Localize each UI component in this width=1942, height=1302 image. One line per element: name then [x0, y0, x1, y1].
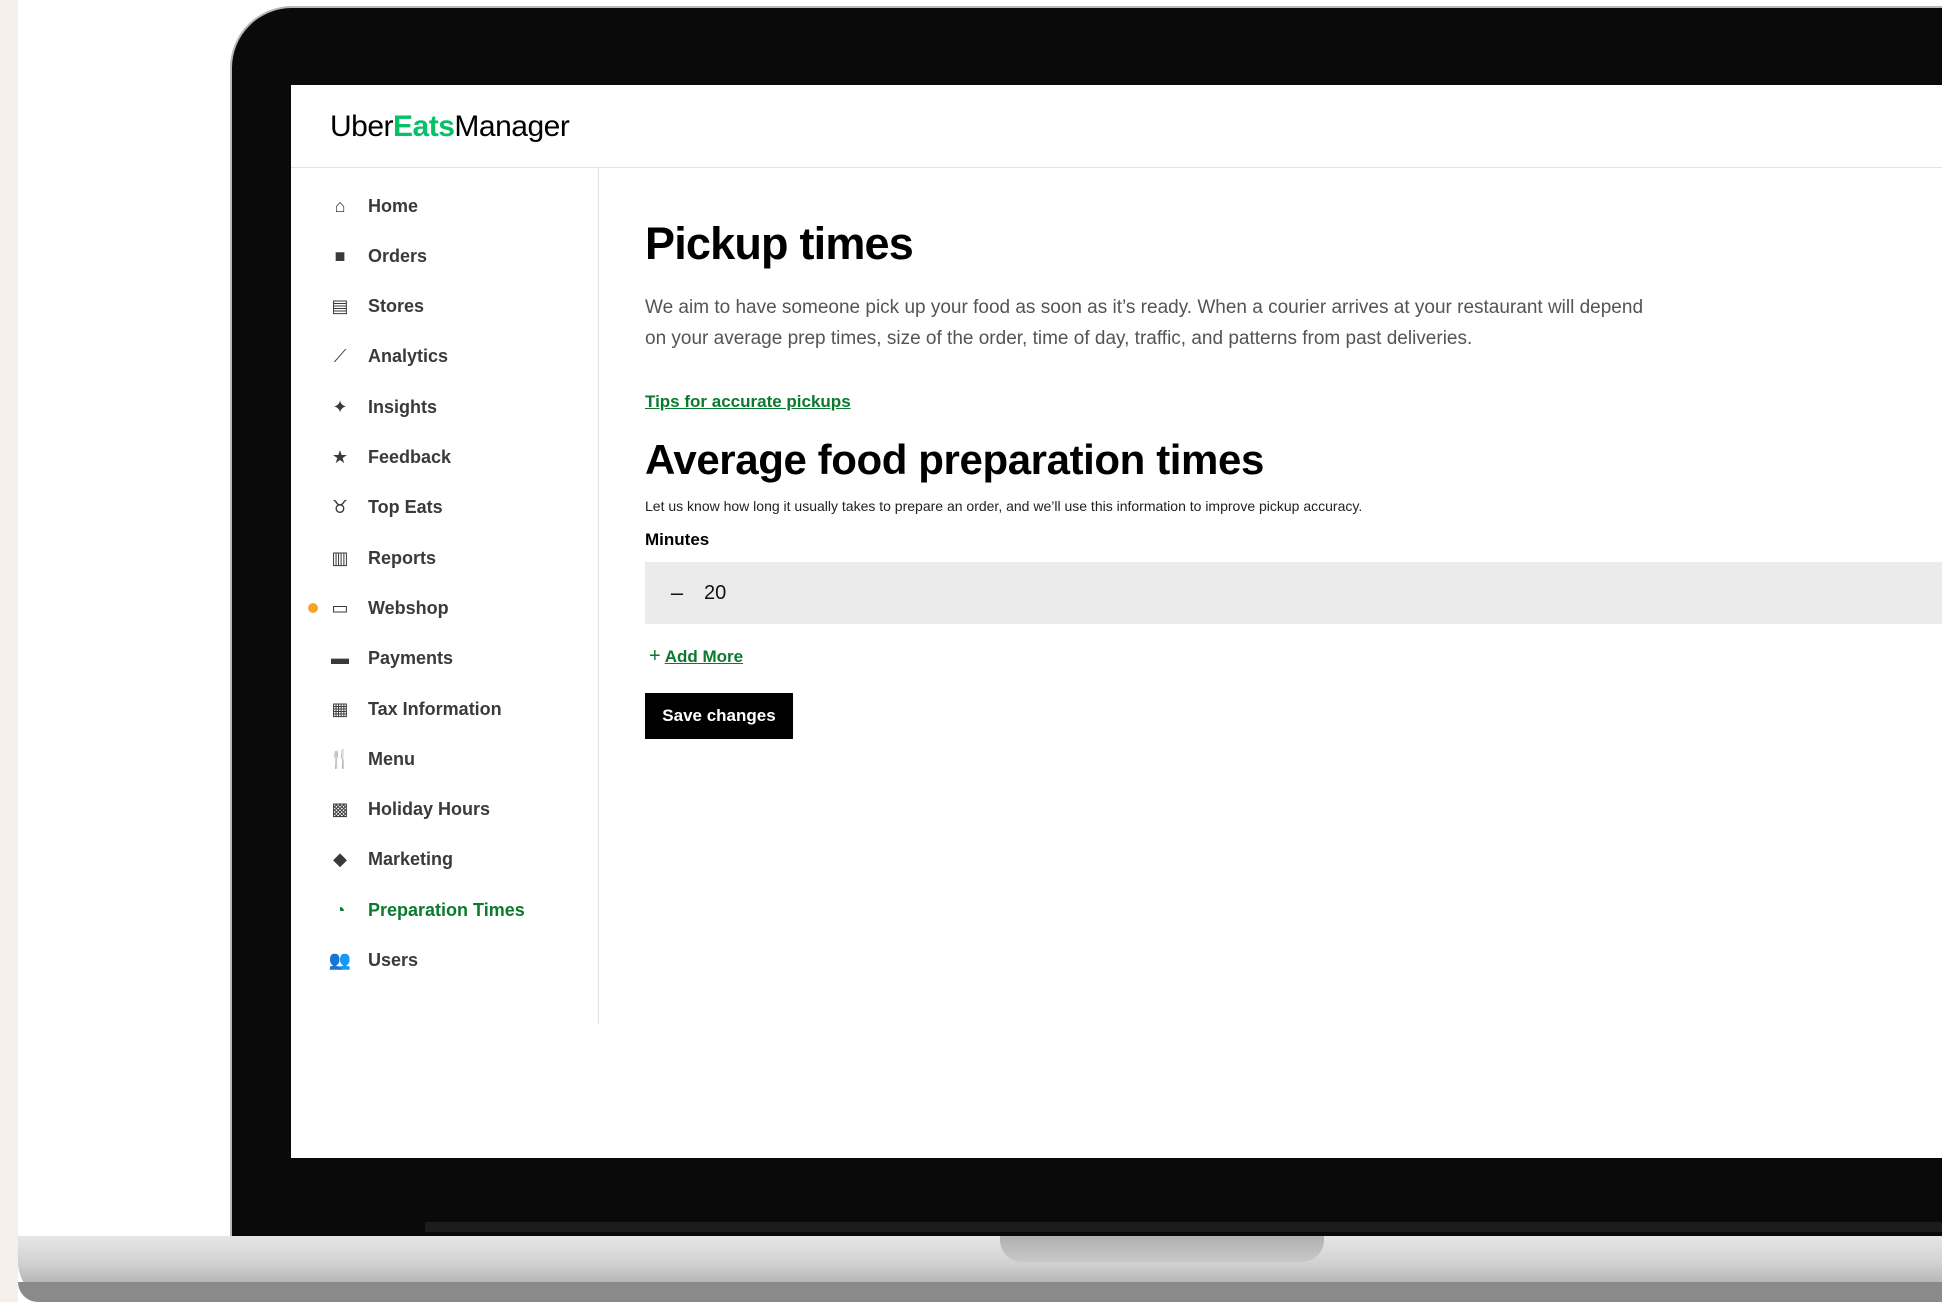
sidebar-item-label: Menu — [368, 748, 415, 769]
sidebar-item-label: Analytics — [368, 346, 449, 367]
sidebar-item-tax-information[interactable]: ▦ Tax Information — [291, 689, 598, 729]
tag-icon: ◆ — [333, 849, 347, 870]
add-more-label: Add More — [664, 647, 744, 666]
sidebar-item-webshop[interactable]: ▭ Webshop — [291, 588, 598, 628]
sidebar-item-label: Insights — [368, 396, 438, 417]
section-title: Average food preparation times — [645, 436, 1264, 483]
app-screen: UberEatsManager ⌂ Home ■ Orders ▤ Stores ⟋ Anal… — [291, 85, 1942, 1158]
chart-icon: ⟋ — [333, 346, 347, 367]
sidebar-item-label: Payments — [368, 648, 454, 669]
sparkle-icon: ✦ — [332, 396, 348, 417]
minutes-stepper[interactable]: – 20 — [645, 562, 1942, 624]
logo-manager: Manager — [454, 110, 570, 143]
sidebar-item-users[interactable]: 👥 Users — [291, 941, 598, 981]
sidebar-item-stores[interactable]: ▤ Stores — [291, 287, 598, 327]
laptop-base-shadow — [18, 1282, 1942, 1302]
minutes-label: Minutes — [645, 530, 710, 549]
sidebar-item-label: Top Eats — [368, 497, 443, 518]
card-icon: ▬ — [331, 648, 349, 669]
sidebar-item-reports[interactable]: ▥ Reports — [291, 538, 598, 578]
document-icon: ▥ — [331, 547, 349, 568]
add-more-link[interactable]: + Add More — [649, 645, 743, 668]
sidebar-item-menu[interactable]: 🍴 Menu — [291, 739, 598, 779]
background-edge — [0, 0, 18, 1302]
bag-icon: ■ — [334, 245, 346, 266]
calculator-icon: ▦ — [331, 698, 349, 719]
medal-icon: ♉ — [331, 497, 349, 518]
store-icon: ▤ — [331, 296, 349, 317]
calendar-icon: ▩ — [331, 799, 349, 820]
users-icon: 👥 — [328, 950, 352, 970]
sidebar-item-feedback[interactable]: ★ Feedback — [291, 438, 598, 478]
sidebar-item-payments[interactable]: ▬ Payments — [291, 639, 598, 679]
sidebar-item-home[interactable]: ⌂ Home — [291, 186, 598, 226]
laptop-icon: ▭ — [331, 597, 349, 618]
utensils-icon: 🍴 — [328, 748, 352, 769]
logo-uber: Uber — [330, 110, 394, 143]
sidebar-item-label: Reports — [368, 547, 437, 568]
top-bar: UberEatsManager — [291, 85, 1942, 168]
laptop-notch — [1000, 1236, 1324, 1262]
section-subtitle: Let us know how long it usually takes to… — [645, 498, 1363, 514]
sidebar-nav: ⌂ Home ■ Orders ▤ Stores ⟋ Analytics ✦ Insights ★ F… — [291, 168, 599, 1024]
sidebar-item-label: Orders — [368, 245, 428, 266]
sidebar-item-insights[interactable]: ✦ Insights — [291, 387, 598, 427]
notification-dot — [308, 603, 318, 614]
sidebar-item-label: Users — [368, 950, 419, 970]
app-logo[interactable]: UberEatsManager — [330, 110, 570, 144]
sidebar-item-orders[interactable]: ■ Orders — [291, 236, 598, 276]
sidebar-item-label: Feedback — [368, 447, 452, 467]
home-icon: ⌂ — [334, 195, 346, 216]
plus-icon: + — [649, 645, 661, 667]
decrement-button[interactable]: – — [663, 579, 691, 607]
sidebar-item-label: Marketing — [368, 849, 454, 870]
sidebar-item-preparation-times[interactable]: ◔ Preparation Times — [291, 890, 598, 930]
sidebar-item-label: Preparation Times — [368, 899, 525, 920]
sidebar-item-holiday-hours[interactable]: ▩ Holiday Hours — [291, 790, 598, 830]
page-title: Pickup times — [645, 218, 914, 269]
save-changes-button[interactable]: Save changes — [645, 693, 793, 739]
star-icon: ★ — [331, 447, 349, 467]
sidebar-item-label: Webshop — [368, 597, 449, 618]
minutes-value[interactable]: 20 — [704, 582, 726, 605]
sidebar-item-top-eats[interactable]: ♉ Top Eats — [291, 488, 598, 528]
tips-link[interactable]: Tips for accurate pickups — [645, 392, 851, 412]
sidebar-item-label: Tax Information — [368, 698, 502, 719]
page-description: We aim to have someone pick up your food… — [645, 297, 1644, 349]
logo-eats: Eats — [393, 110, 455, 143]
sidebar-item-analytics[interactable]: ⟋ Analytics — [291, 337, 598, 377]
sidebar-item-label: Holiday Hours — [368, 799, 491, 820]
laptop-hinge — [425, 1222, 1942, 1232]
sidebar-item-label: Stores — [368, 296, 425, 317]
sidebar-item-marketing[interactable]: ◆ Marketing — [291, 840, 598, 880]
timer-icon: ◔ — [334, 899, 346, 920]
sidebar-item-label: Home — [368, 195, 419, 216]
